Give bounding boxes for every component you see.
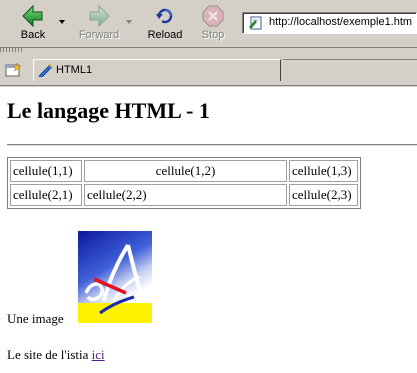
back-arrow-icon bbox=[22, 4, 43, 28]
page-content: Le langage HTML - 1 cellule(1,1) cellule… bbox=[0, 88, 417, 373]
site-text: Le site de l'istia bbox=[7, 347, 92, 362]
url-text[interactable]: http://localhost/exemple1.htm bbox=[269, 16, 412, 28]
site-line: Le site de l'istia ici bbox=[7, 347, 105, 363]
table-row: cellule(2,1) cellule(2,2) cellule(2,3) bbox=[10, 184, 358, 206]
table-cell: cellule(2,2) bbox=[84, 184, 287, 206]
table-cell: cellule(1,3) bbox=[289, 160, 358, 182]
image-caption: Une image bbox=[7, 311, 64, 326]
tab-title: HTML1 bbox=[56, 64, 93, 76]
back-history-dropdown[interactable] bbox=[59, 20, 65, 24]
new-tab-icon[interactable] bbox=[5, 63, 23, 77]
table-cell: cellule(2,3) bbox=[289, 184, 358, 206]
forward-history-dropdown[interactable] bbox=[126, 20, 132, 24]
tab-strip-empty-area bbox=[283, 59, 417, 81]
tab-html1[interactable]: HTML1 bbox=[33, 59, 281, 81]
stop-icon bbox=[202, 5, 224, 27]
page-heading: Le langage HTML - 1 bbox=[7, 98, 210, 123]
reload-label: Reload bbox=[147, 29, 183, 41]
reload-icon bbox=[156, 7, 174, 25]
back-label: Back bbox=[20, 29, 46, 41]
navigation-toolbar: Back Forward Reload Stop http://localhos… bbox=[0, 0, 417, 48]
html-pencil-icon bbox=[38, 64, 53, 77]
toolbar-grip[interactable] bbox=[0, 48, 24, 52]
address-bar[interactable]: http://localhost/exemple1.htm bbox=[242, 12, 417, 34]
back-button[interactable]: Back bbox=[8, 2, 58, 46]
table-cell: cellule(1,1) bbox=[10, 160, 82, 182]
reload-button[interactable]: Reload bbox=[143, 2, 187, 46]
table-cell: cellule(1,2) bbox=[84, 160, 287, 182]
cells-table: cellule(1,1) cellule(1,2) cellule(1,3) c… bbox=[7, 157, 361, 209]
page-icon bbox=[249, 16, 262, 30]
stop-label: Stop bbox=[201, 29, 225, 41]
table-cell: cellule(2,1) bbox=[10, 184, 82, 206]
horizontal-rule bbox=[7, 144, 417, 146]
forward-label: Forward bbox=[78, 29, 120, 41]
table-row: cellule(1,1) cellule(1,2) cellule(1,3) bbox=[10, 160, 358, 182]
forward-arrow-icon bbox=[89, 4, 110, 28]
stop-button[interactable]: Stop bbox=[193, 2, 233, 46]
istia-logo-image bbox=[78, 231, 152, 323]
forward-button[interactable]: Forward bbox=[74, 2, 124, 46]
istia-link[interactable]: ici bbox=[92, 347, 105, 362]
tab-strip: HTML1 bbox=[0, 48, 417, 88]
